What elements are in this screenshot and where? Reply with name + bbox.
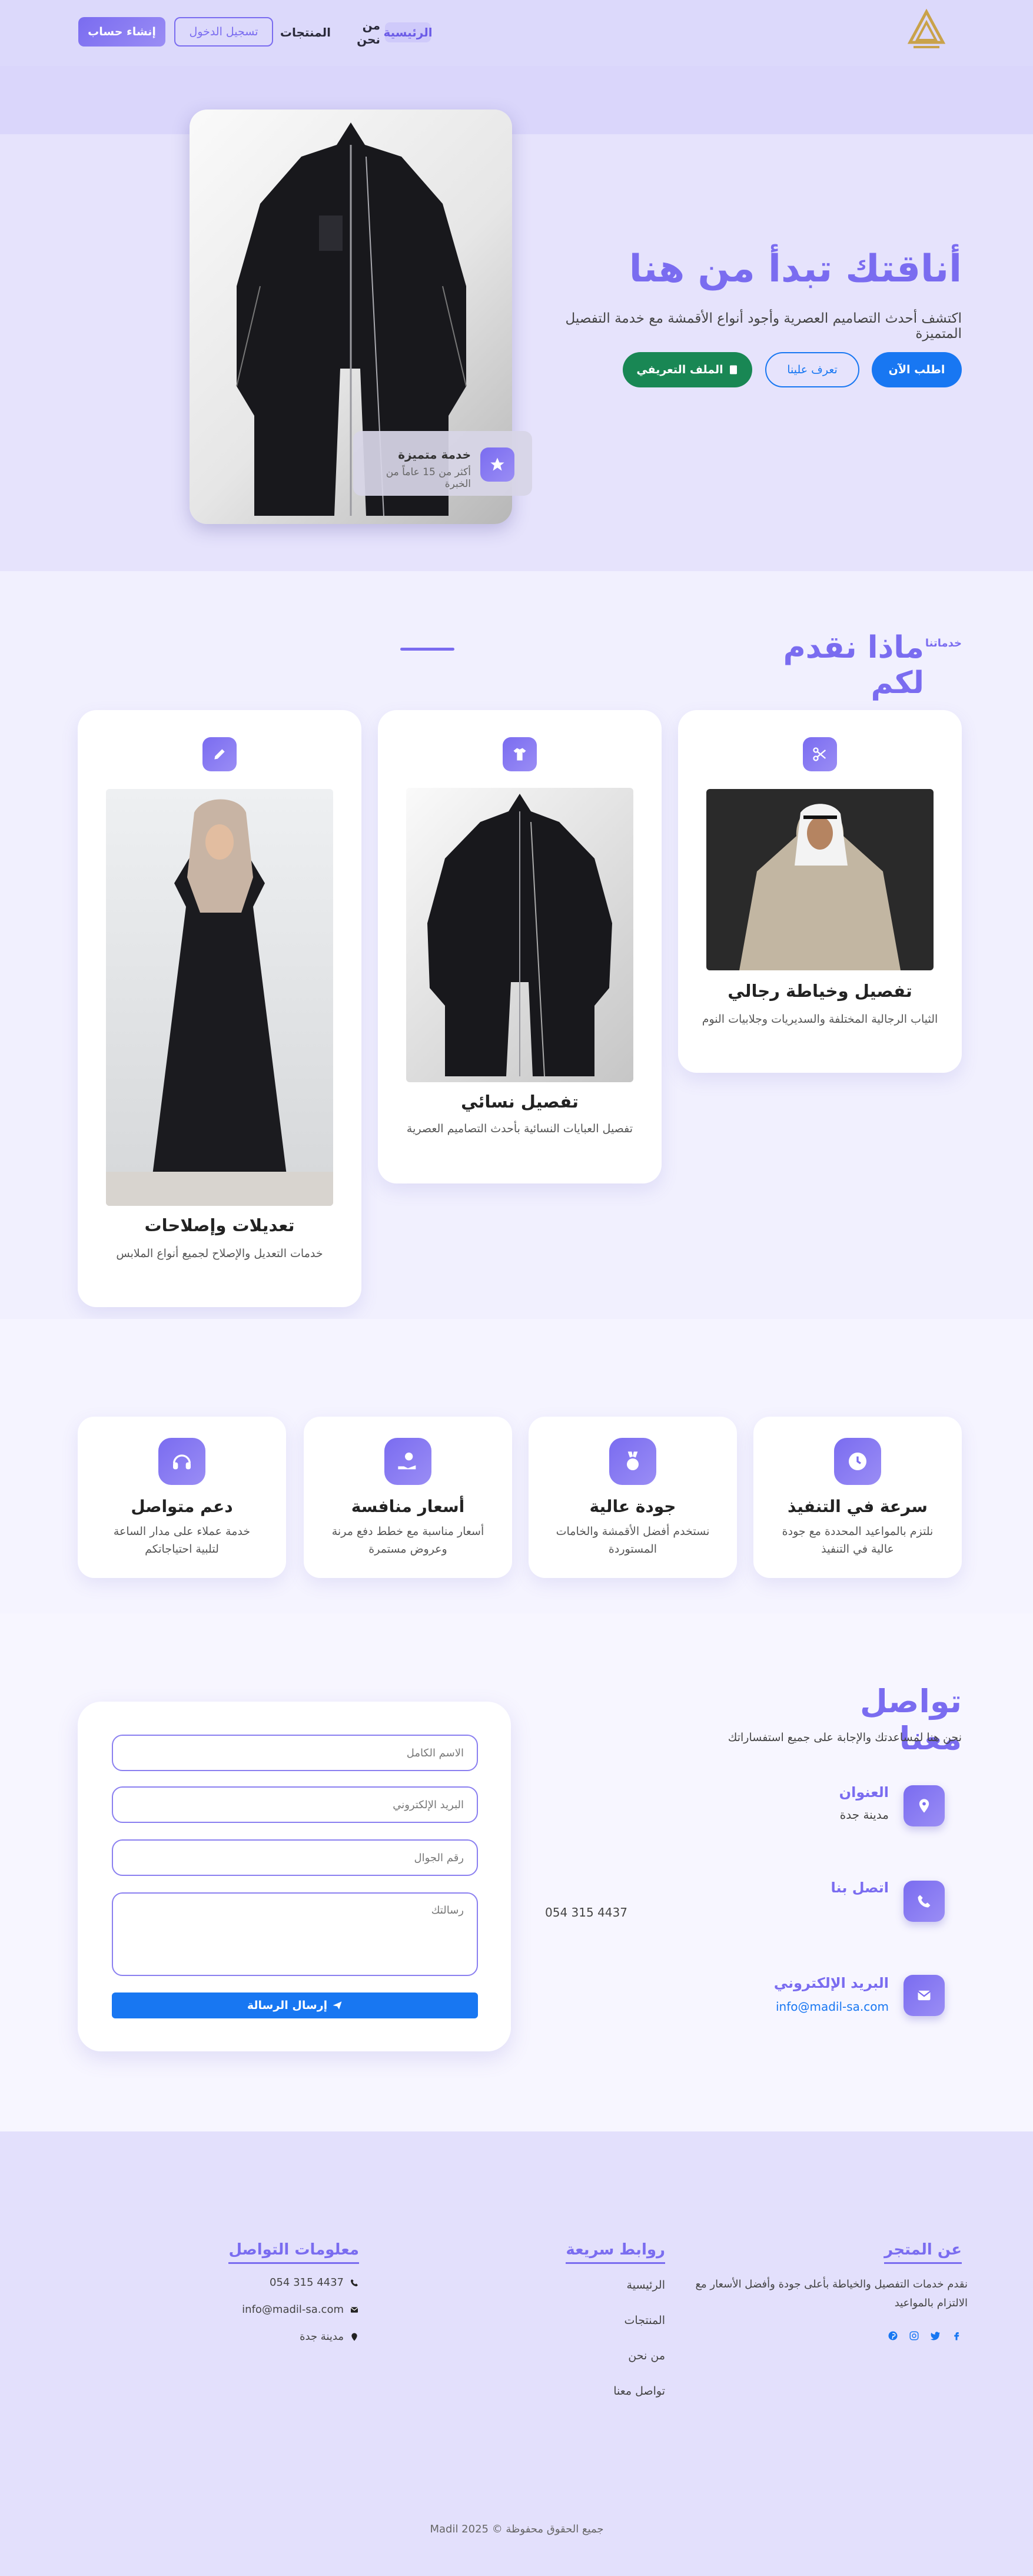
hand-coin-icon bbox=[384, 1438, 431, 1485]
send-message-button[interactable]: إرسال الرسالة bbox=[112, 1992, 478, 2018]
clock-icon bbox=[834, 1438, 881, 1485]
hero-top-band bbox=[0, 66, 1033, 134]
feature-desc: نستخدم أفضل الأقمشة والخامات المستوردة bbox=[556, 1525, 710, 1556]
alterations-image bbox=[106, 789, 333, 1206]
feature-desc: أسعار مناسبة مع خطط دفع مرنة وعروض مستمر… bbox=[331, 1525, 484, 1556]
paper-plane-icon bbox=[332, 2000, 343, 2011]
login-button[interactable]: تسجيل الدخول bbox=[174, 17, 273, 47]
hero-badge-subtitle: أكثر من 15 عاماً من الخبرة bbox=[386, 466, 471, 490]
footer-contact-title: معلومات التواصل bbox=[228, 2241, 359, 2264]
footer-link-home[interactable]: الرئيسية bbox=[530, 2279, 665, 2292]
envelope-icon bbox=[350, 2305, 359, 2315]
footer-links-title: روابط سريعة bbox=[566, 2241, 665, 2264]
footer-address: مدينة جدة bbox=[300, 2330, 344, 2343]
company-profile-label: الملف التعريفي bbox=[636, 363, 723, 376]
brand-logo[interactable] bbox=[905, 8, 948, 55]
contact-address-value: مدينة جدة bbox=[839, 1808, 889, 1822]
service-card-desc: تفصيل العبايات النسائية بأحدث التصاميم ا… bbox=[406, 1122, 633, 1135]
footer-link-contact[interactable]: تواصل معنا bbox=[530, 2385, 665, 2398]
footer-about-block: عن المتجر bbox=[789, 2241, 962, 2264]
shirt-icon bbox=[503, 737, 537, 771]
phone-icon bbox=[350, 2278, 359, 2287]
footer-contact-block: معلومات التواصل bbox=[224, 2241, 359, 2264]
order-now-button[interactable]: اطلب الآن bbox=[872, 352, 962, 387]
footer bbox=[0, 2131, 1033, 2576]
pinterest-icon[interactable] bbox=[888, 2330, 898, 2341]
footer-about-title: عن المتجر bbox=[884, 2241, 962, 2264]
envelope-icon bbox=[904, 1975, 945, 2016]
social-links bbox=[888, 2330, 962, 2341]
contact-email-link[interactable]: info@madil-sa.com bbox=[753, 2000, 889, 2014]
hero-subtitle: اكتشف أحدث التصاميم العصرية وأجود أنواع … bbox=[565, 311, 962, 342]
footer-address-row: مدينة جدة bbox=[224, 2330, 359, 2343]
contact-subtitle: نحن هنا لمساعدتك والإجابة على جميع استفس… bbox=[728, 1731, 962, 1744]
service-card-desc: الثياب الرجالية المختلفة والسديريات وجلا… bbox=[702, 1013, 938, 1026]
services-title: ماذا نقدم لكم bbox=[783, 630, 924, 701]
feature-title: سرعة في التنفيذ bbox=[788, 1497, 928, 1516]
footer-email[interactable]: info@madil-sa.com bbox=[242, 2303, 344, 2316]
hero-badge-title: خدمة متميزة bbox=[398, 447, 471, 462]
star-icon bbox=[480, 447, 514, 482]
scissors-icon bbox=[803, 737, 837, 771]
feature-desc: نلتزم بالمواعيد المحددة مع جودة عالية في… bbox=[782, 1525, 934, 1556]
feature-desc: خدمة عملاء على مدار الساعة لتلبية احتياج… bbox=[113, 1525, 251, 1556]
phone-icon bbox=[904, 1881, 945, 1922]
footer-phone[interactable]: 054 315 4437 bbox=[270, 2276, 344, 2289]
footer-email-row: info@madil-sa.com bbox=[224, 2303, 359, 2316]
feature-title: دعم متواصل bbox=[131, 1497, 233, 1516]
message-textarea[interactable]: رسالتك bbox=[112, 1892, 478, 1976]
copyright: جميع الحقوق محفوظة © Madil 2025 bbox=[430, 2523, 604, 2535]
footer-link-about[interactable]: من نحن bbox=[530, 2349, 665, 2362]
men-tailoring-image bbox=[706, 789, 934, 970]
nav-link-about[interactable]: من نحن bbox=[338, 18, 380, 47]
footer-links-block: روابط سريعة bbox=[506, 2241, 665, 2264]
women-abaya-image bbox=[406, 788, 633, 1082]
contact-phone-label: اتصل بنا bbox=[831, 1879, 889, 1896]
pdf-icon bbox=[728, 364, 739, 375]
footer-link-products[interactable]: المنتجات bbox=[530, 2314, 665, 2327]
services-title-underline bbox=[400, 648, 454, 651]
service-card-desc: خدمات التعديل والإصلاح لجميع أنواع الملا… bbox=[116, 1247, 323, 1260]
contact-address-label: العنوان bbox=[839, 1784, 889, 1801]
signup-button[interactable]: إنشاء حساب bbox=[78, 17, 165, 47]
hero-title: أناقتك تبدأ من هنا bbox=[629, 247, 962, 291]
email-input[interactable]: البريد الإلكتروني bbox=[112, 1786, 478, 1823]
service-card-title: تفصيل وخياطة رجالي bbox=[728, 981, 912, 1001]
location-icon bbox=[350, 2332, 359, 2342]
contact-phone-value[interactable]: 054 315 4437 bbox=[545, 1905, 663, 1919]
nav-link-products[interactable]: المنتجات bbox=[280, 22, 331, 42]
medal-icon bbox=[609, 1438, 656, 1485]
name-input[interactable]: الاسم الكامل bbox=[112, 1735, 478, 1771]
about-us-button[interactable]: تعرف علينا bbox=[765, 352, 859, 387]
company-profile-button[interactable]: الملف التعريفي bbox=[623, 352, 752, 387]
service-card-title: تعديلات وإصلاحات bbox=[144, 1215, 295, 1235]
nav-link-home[interactable]: الرئيسية bbox=[383, 22, 433, 42]
twitter-icon[interactable] bbox=[930, 2330, 941, 2341]
feature-title: أسعار منافسة bbox=[351, 1497, 465, 1516]
feature-title: جودة عالية bbox=[589, 1497, 676, 1516]
contact-email-label: البريد الإلكتروني bbox=[773, 1975, 889, 1991]
facebook-icon[interactable] bbox=[951, 2330, 962, 2341]
contact-title: تواصل معنا bbox=[859, 1683, 962, 1757]
location-icon bbox=[904, 1785, 945, 1826]
service-card-title: تفصيل نسائي bbox=[461, 1092, 579, 1112]
headset-icon bbox=[158, 1438, 205, 1485]
send-message-label: إرسال الرسالة bbox=[247, 1999, 328, 2012]
instagram-icon[interactable] bbox=[909, 2330, 919, 2341]
phone-input[interactable]: رقم الجوال bbox=[112, 1839, 478, 1876]
footer-phone-row: 054 315 4437 bbox=[224, 2276, 359, 2289]
pencil-icon bbox=[202, 737, 237, 771]
footer-about-text: نقدم خدمات التفصيل والخياطة بأعلى جودة و… bbox=[695, 2278, 968, 2309]
